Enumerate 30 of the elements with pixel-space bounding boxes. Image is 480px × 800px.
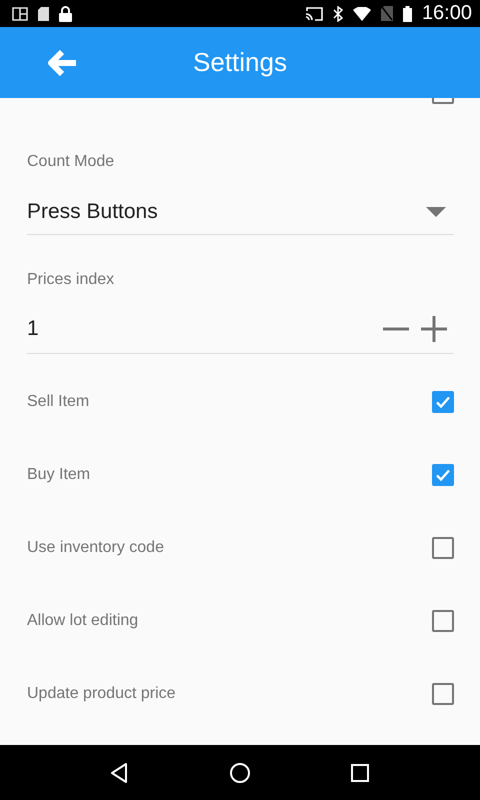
plus-icon (420, 315, 448, 343)
option-label: Use inventory code (27, 538, 164, 556)
wifi-icon (352, 6, 371, 20)
cast-icon (304, 6, 323, 20)
option-label: Sell Item (27, 392, 90, 410)
clock-time: 16:00 (422, 2, 472, 25)
field-label: Count Mode (27, 153, 114, 170)
number-field[interactable]: 1 (27, 315, 454, 354)
bluetooth-icon (332, 6, 343, 22)
screen-title: Settings (193, 47, 287, 77)
checkbox[interactable] (432, 536, 454, 558)
sd-card-icon (38, 6, 49, 20)
option-label: Allow lot editing (27, 612, 138, 630)
no-sim-icon (380, 6, 393, 21)
back-arrow-icon[interactable] (48, 50, 78, 76)
window-icon (12, 6, 28, 20)
home-nav-icon[interactable] (228, 760, 252, 784)
option-label: Update product price (27, 684, 176, 702)
minus-icon (382, 327, 410, 331)
checkbox[interactable] (432, 682, 454, 704)
plus-button[interactable] (420, 315, 448, 343)
checkbox[interactable] (432, 464, 454, 486)
checkbox[interactable] (432, 390, 454, 412)
battery-icon (402, 6, 412, 22)
lock-icon (59, 6, 72, 22)
checkbox[interactable] (432, 610, 454, 632)
caret-icon (426, 207, 446, 217)
dropdown-field[interactable]: Press Buttons (27, 198, 454, 235)
field-label: Prices index (27, 271, 114, 288)
option-label: Buy Item (27, 466, 90, 484)
